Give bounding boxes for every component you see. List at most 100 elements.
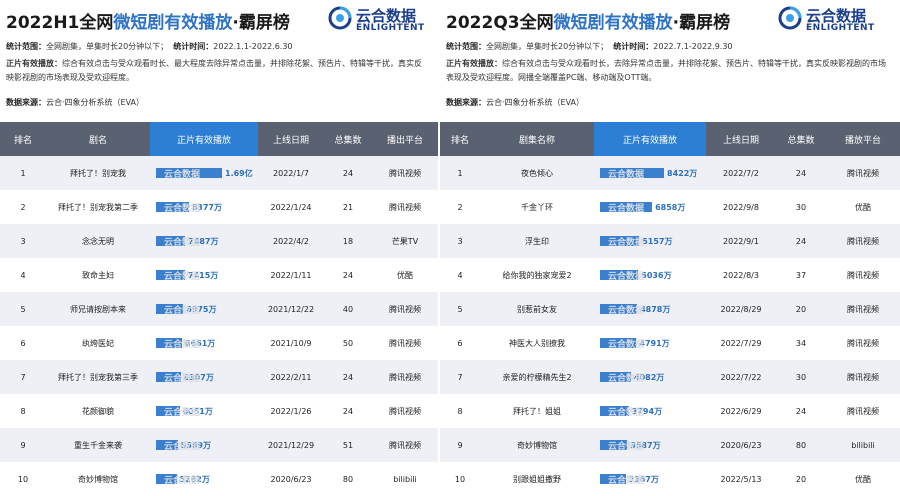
- watermark-text: 云合数据: [164, 238, 201, 248]
- h1-ranking-table: 排名 剧名 正片有效播放 上线日期 总集数 播出平台 1 拜托了！别宠我 云合数据 1…: [0, 122, 438, 496]
- platform-cell: 腾讯视频: [372, 360, 438, 394]
- watermark-text: 云合数据: [164, 340, 201, 350]
- views-cell: 云合数据 1.69亿: [150, 156, 258, 190]
- platform-cell: 腾讯视频: [372, 190, 438, 224]
- rank-cell: 7: [0, 360, 46, 394]
- rank-cell: 1: [0, 156, 46, 190]
- col-date: 上线日期: [258, 122, 324, 156]
- enlightent-logo-icon: [778, 6, 802, 30]
- drama-name-cell: 奇妙博物馆: [480, 428, 594, 462]
- date-cell: 2022/7/29: [706, 326, 776, 360]
- platform-cell: 腾讯视频: [826, 292, 900, 326]
- table-row: 10 奇妙博物馆 云合数据 5282万 2020/6/23 80 bilibili: [0, 462, 438, 496]
- platform-cell: 腾讯视频: [826, 224, 900, 258]
- watermark-text: 云合数据: [608, 442, 645, 452]
- watermark-text: 云合数据: [608, 476, 645, 486]
- drama-name-cell: 师兄请按剧本来: [46, 292, 150, 326]
- platform-cell: 优酷: [826, 190, 900, 224]
- episodes-cell: 30: [776, 360, 826, 394]
- date-cell: 2022/8/3: [706, 258, 776, 292]
- drama-name-cell: 重生千金来袭: [46, 428, 150, 462]
- episodes-cell: 20: [776, 292, 826, 326]
- views-cell: 云合数据 5282万: [150, 462, 258, 496]
- drama-name-cell: 别惹前女友: [480, 292, 594, 326]
- data-source: 数据来源：云合·四象分析系统（EVA）: [6, 98, 145, 107]
- rank-cell: 6: [440, 326, 480, 360]
- drama-name-cell: 夜色倾心: [480, 156, 594, 190]
- date-cell: 2022/8/29: [706, 292, 776, 326]
- views-label: 5036万: [641, 270, 672, 280]
- table-row: 10 别跟姐姐撒野 云合数据 3367万 2022/5/13 20 优酷: [440, 462, 900, 496]
- date-cell: 2022/7/2: [706, 156, 776, 190]
- views-cell: 云合数据 4791万: [594, 326, 706, 360]
- col-episodes: 总集数: [324, 122, 372, 156]
- table-row: 4 致命主妇 云合数据 7415万 2022/1/11 24 优酷: [0, 258, 438, 292]
- watermark-text: 云合数据: [164, 306, 201, 316]
- col-date: 上线日期: [706, 122, 776, 156]
- definition-text: 正片有效播放：综合有效点击与受众观看时长，去除异常点击量，并排除花絮、预告片、特…: [446, 59, 886, 82]
- views-cell: 云合数据 3367万: [594, 462, 706, 496]
- drama-name-cell: 拜托了！别宠我第二季: [46, 190, 150, 224]
- views-label: 8422万: [667, 168, 698, 178]
- rank-cell: 4: [0, 258, 46, 292]
- platform-cell: bilibili: [826, 428, 900, 462]
- episodes-cell: 51: [324, 428, 372, 462]
- drama-name-cell: 浮生印: [480, 224, 594, 258]
- episodes-cell: 24: [324, 156, 372, 190]
- episodes-cell: 34: [776, 326, 826, 360]
- table-row: 7 拜托了！别宠我第三季 云合数据 6307万 2022/2/11 24 腾讯视频: [0, 360, 438, 394]
- watermark-text: 云合数据: [164, 476, 201, 486]
- watermark-text: 云合数据: [164, 408, 201, 418]
- date-cell: 2022/7/22: [706, 360, 776, 394]
- views-cell: 云合数据 8377万: [150, 190, 258, 224]
- episodes-cell: 24: [776, 156, 826, 190]
- h1-title: 2022H1全网微短剧有效播放·霸屏榜: [6, 13, 290, 33]
- table-row: 3 念念无明 云合数据 7487万 2022/4/2 18 芒果TV: [0, 224, 438, 258]
- views-cell: 云合数据 4878万: [594, 292, 706, 326]
- platform-cell: 腾讯视频: [826, 326, 900, 360]
- rank-cell: 2: [0, 190, 46, 224]
- platform-cell: 腾讯视频: [372, 292, 438, 326]
- table-row: 2 千金丫环 云合数据 6858万 2022/9/8 30 优酷: [440, 190, 900, 224]
- views-cell: 云合数据 6661万: [150, 326, 258, 360]
- views-cell: 云合数据 5157万: [594, 224, 706, 258]
- rank-cell: 8: [0, 394, 46, 428]
- table-row: 6 纨绔医妃 云合数据 6661万 2021/10/9 50 腾讯视频: [0, 326, 438, 360]
- platform-cell: 腾讯视频: [826, 360, 900, 394]
- watermark-text: 云合数据: [608, 238, 645, 248]
- episodes-cell: 24: [776, 394, 826, 428]
- table-row: 9 奇妙博物馆 云合数据 3587万 2020/6/23 80 bilibili: [440, 428, 900, 462]
- drama-name-cell: 致命主妇: [46, 258, 150, 292]
- views-label: 6858万: [655, 202, 686, 212]
- drama-name-cell: 奇妙博物馆: [46, 462, 150, 496]
- platform-cell: 腾讯视频: [372, 394, 438, 428]
- episodes-cell: 37: [776, 258, 826, 292]
- enlightent-logo-icon: [328, 6, 352, 30]
- brand-sub: ENLIGHTENT: [806, 23, 875, 33]
- watermark-text: 云合数据: [608, 204, 645, 214]
- stat-info: 统计范围：全网剧集，单集时长20分钟以下； 统计时间：2022.1.1-2022…: [6, 42, 293, 51]
- table-row: 6 神医大人别撩我 云合数据 4791万 2022/7/29 34 腾讯视频: [440, 326, 900, 360]
- platform-cell: 腾讯视频: [372, 326, 438, 360]
- date-cell: 2022/1/26: [258, 394, 324, 428]
- date-cell: 2022/9/1: [706, 224, 776, 258]
- table-row: 5 别惹前女友 云合数据 4878万 2022/8/29 20 腾讯视频: [440, 292, 900, 326]
- views-cell: 云合数据 3794万: [594, 394, 706, 428]
- views-cell: 云合数据 5569万: [150, 428, 258, 462]
- col-platform: 播放平台: [826, 122, 900, 156]
- rank-cell: 10: [440, 462, 480, 496]
- watermark-text: 云合数据: [608, 170, 645, 180]
- views-cell: 云合数据 6858万: [594, 190, 706, 224]
- views-cell: 云合数据 7415万: [150, 258, 258, 292]
- brand-logo: 云合数据 ENLIGHTENT: [328, 6, 448, 36]
- col-views: 正片有效播放: [594, 122, 706, 156]
- q3-ranking-panel: 2022Q3全网微短剧有效播放·霸屏榜 云合数据 ENLIGHTENT 统计范围…: [440, 0, 900, 496]
- watermark-text: 云合数据: [164, 170, 201, 180]
- date-cell: 2022/5/13: [706, 462, 776, 496]
- h1-ranking-panel: 2022H1全网微短剧有效播放·霸屏榜 云合数据 ENLIGHTENT 统计范围…: [0, 0, 438, 496]
- rank-cell: 5: [0, 292, 46, 326]
- table-row: 1 夜色倾心 云合数据 8422万 2022/7/2 24 腾讯视频: [440, 156, 900, 190]
- rank-cell: 9: [0, 428, 46, 462]
- views-cell: 云合数据 4082万: [594, 360, 706, 394]
- drama-name-cell: 别跟姐姐撒野: [480, 462, 594, 496]
